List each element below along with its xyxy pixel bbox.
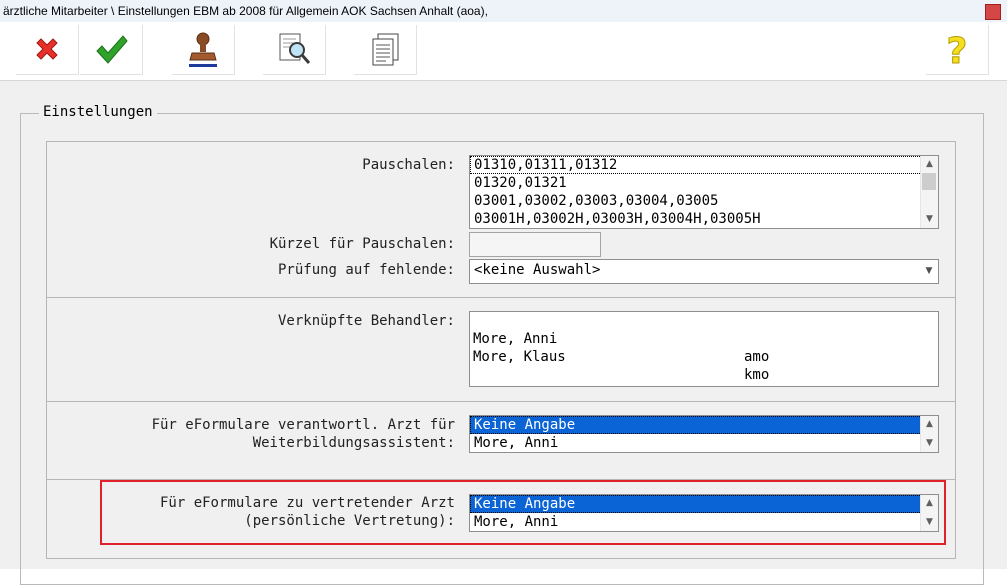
kuerzel-input[interactable] [469,232,601,257]
green-check-icon [96,34,128,64]
list-item[interactable]: Keine Angabe [470,416,938,434]
cancel-button[interactable] [16,25,79,75]
window-title: ärztliche Mitarbeiter \ Einstellungen EB… [3,4,488,18]
section-weiterbildung: Für eFormulare verantwortl. Arzt für Wei… [46,401,956,481]
ok-button[interactable] [80,25,143,75]
help-button[interactable]: ? [926,25,989,75]
section-behandler: Verknüpfte Behandler: More, Anni amo Mor… [46,297,956,403]
list-item[interactable]: 01320,01321 [470,174,938,192]
svg-text:?: ? [947,31,968,70]
list-item[interactable]: More, Klaus kmo [470,330,938,383]
scroll-up-icon[interactable]: ▲ [921,156,938,173]
behandler-code: amo [744,349,770,365]
toolbar: ? [0,22,1007,80]
behandler-label: Verknüpfte Behandler: [277,313,455,329]
highlight-box [100,480,946,545]
scroll-up-icon[interactable]: ▲ [921,416,938,433]
documents-icon [372,33,399,65]
weiterbildung-label-line2: Weiterbildungsassistent: [252,435,455,451]
red-x-icon [36,37,58,60]
behandler-name: More, Klaus [473,349,566,365]
magnifier-document-icon [279,33,311,64]
list-item[interactable]: 03001,03002,03003,03004,03005 [470,192,938,210]
list-item[interactable]: More, Anni amo [470,312,938,365]
scroll-thumb[interactable] [922,173,936,190]
scroll-down-icon[interactable]: ▼ [921,211,938,228]
weiterbildung-scrollbar[interactable]: ▲ ▼ [920,416,938,452]
pauschalen-scrollbar[interactable]: ▲ ▼ [920,156,938,228]
window-close-button[interactable] [985,4,1001,20]
help-question-icon: ? [946,30,968,70]
search-document-button[interactable] [263,25,326,75]
behandler-code: kmo [744,367,770,383]
list-item[interactable]: 01310,01311,01312 [470,156,938,174]
behandler-listbox[interactable]: More, Anni amo More, Klaus kmo [469,311,939,387]
weiterbildung-listbox[interactable]: Keine Angabe More, Anni ▲ ▼ [469,415,939,453]
group-title: Einstellungen [39,103,157,121]
stamp-button[interactable] [172,25,235,75]
weiterbildung-label-line1: Für eFormulare verantwortl. Arzt für [151,417,455,433]
pruefung-label: Prüfung auf fehlende: [277,262,455,278]
list-item[interactable]: 03001H,03002H,03003H,03004H,03005H [470,210,938,228]
title-bar: ärztliche Mitarbeiter \ Einstellungen EB… [0,0,1007,22]
chevron-down-icon[interactable]: ▼ [921,261,937,282]
pauschalen-label: Pauschalen: [362,157,455,173]
documents-button[interactable] [354,25,417,75]
stamp-icon [189,32,217,67]
list-item[interactable]: More, Anni [470,434,938,452]
pruefung-value: <keine Auswahl> [474,262,601,278]
pruefung-combobox[interactable]: <keine Auswahl> ▼ [469,259,939,284]
section-pauschalen: Pauschalen: 01310,01311,01312 01320,0132… [46,141,956,299]
pauschalen-listbox[interactable]: 01310,01311,01312 01320,01321 03001,0300… [469,155,939,229]
scroll-down-icon[interactable]: ▼ [921,435,938,452]
kuerzel-label: Kürzel für Pauschalen: [269,236,455,252]
